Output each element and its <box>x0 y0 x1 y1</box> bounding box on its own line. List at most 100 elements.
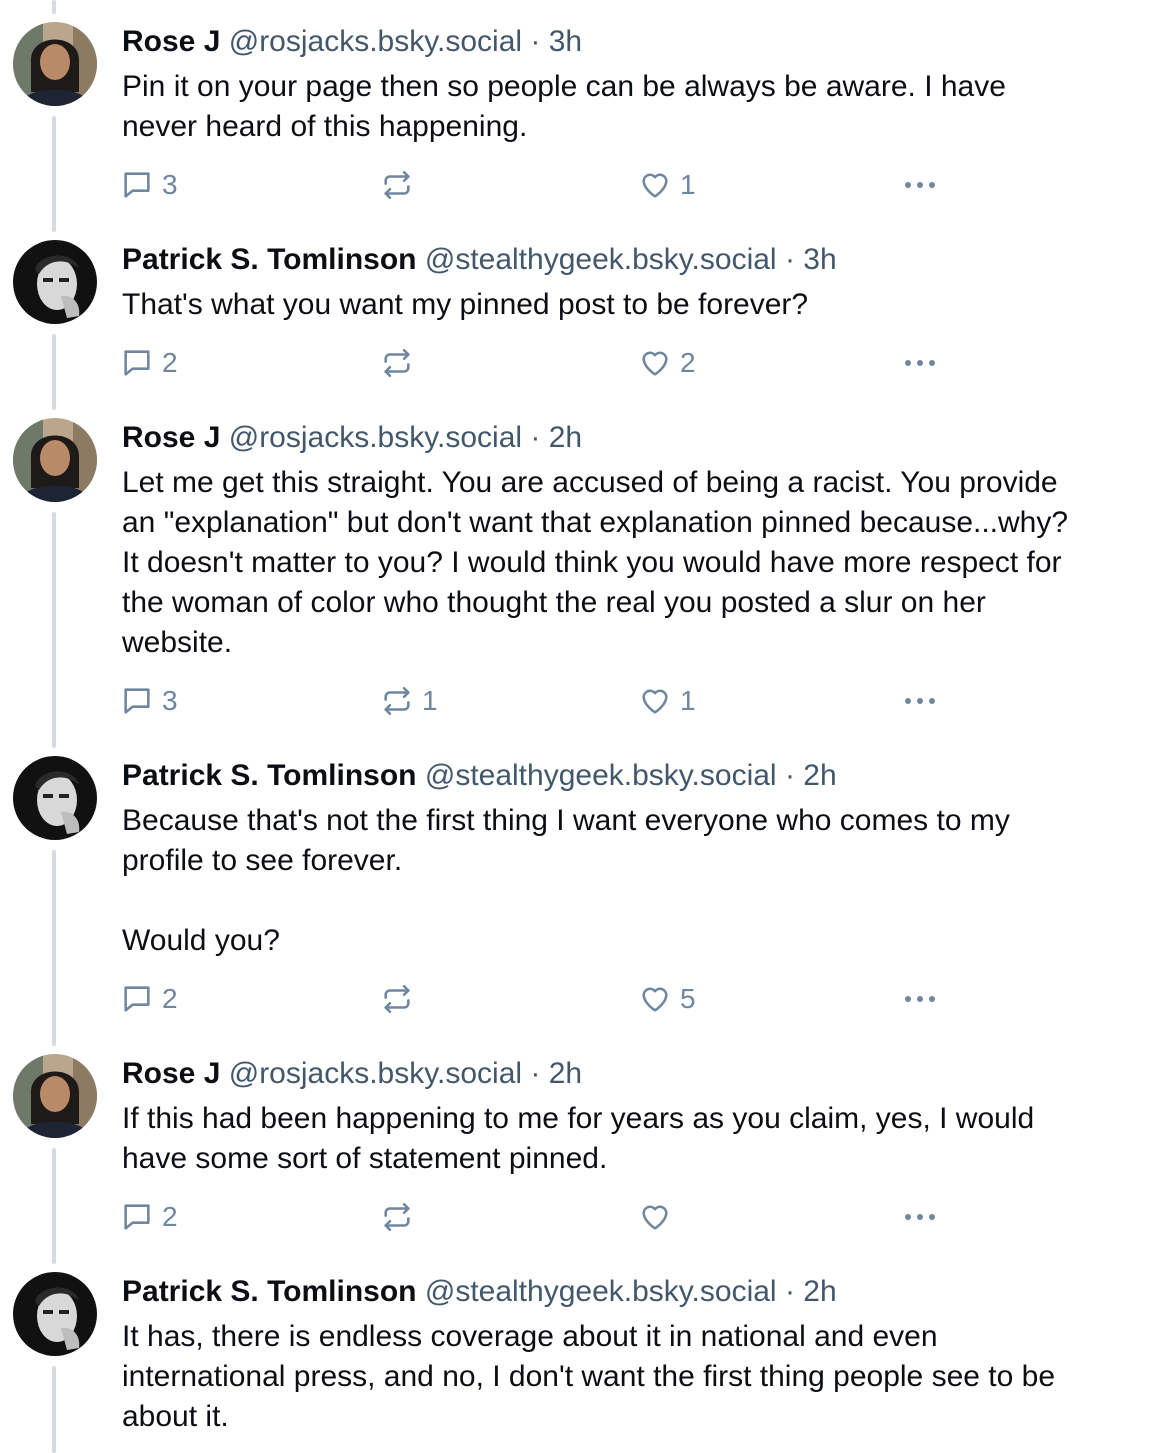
reply-icon <box>124 1204 150 1230</box>
author-handle[interactable]: @rosjacks.bsky.social <box>229 25 522 58</box>
thread-line <box>52 850 56 1046</box>
repost-button[interactable] <box>380 163 422 207</box>
more-options-button[interactable] <box>900 1195 940 1239</box>
like-button[interactable]: 1 <box>638 163 696 207</box>
avatar-rose[interactable] <box>13 418 97 502</box>
more-options-icon <box>905 182 935 188</box>
post-time[interactable]: 3h <box>549 25 582 58</box>
author-handle[interactable]: @stealthygeek.bsky.social <box>425 243 777 276</box>
post-actions: 2 5 <box>122 977 1137 1021</box>
post-time[interactable]: 3h <box>803 243 836 276</box>
post-actions: 2 2 <box>122 341 1137 385</box>
like-button[interactable]: 5 <box>638 977 696 1021</box>
reply-count: 2 <box>162 347 178 378</box>
repost-count: 1 <box>422 685 438 716</box>
repost-button[interactable]: 1 <box>380 679 438 723</box>
thread-line <box>52 116 56 232</box>
post-time[interactable]: 2h <box>549 421 582 454</box>
separator: · <box>530 25 541 58</box>
post-meta: Patrick S. Tomlinson @stealthygeek.bsky.… <box>122 240 1137 280</box>
separator: · <box>784 243 795 276</box>
repost-button[interactable] <box>380 1195 422 1239</box>
thread-line <box>52 334 56 410</box>
more-options-button[interactable] <box>900 679 940 723</box>
author-handle[interactable]: @stealthygeek.bsky.social <box>425 759 777 792</box>
thread-line <box>52 512 56 748</box>
more-options-button[interactable] <box>900 341 940 385</box>
thread-line <box>52 1148 56 1264</box>
reply-button[interactable]: 2 <box>120 1195 178 1239</box>
thread-line <box>52 1366 56 1453</box>
reply-count: 2 <box>162 983 178 1014</box>
author-handle[interactable]: @rosjacks.bsky.social <box>229 1057 522 1090</box>
reply-button[interactable]: 3 <box>120 679 178 723</box>
post-text: It has, there is endless coverage about … <box>122 1320 1056 1433</box>
post-actions: 3 1 1 <box>122 679 1137 723</box>
avatar-rose[interactable] <box>13 1054 97 1138</box>
like-button[interactable]: 1 <box>638 679 696 723</box>
author-name[interactable]: Patrick S. Tomlinson <box>122 1275 417 1308</box>
separator: · <box>530 1057 541 1090</box>
reply-count: 2 <box>162 1201 178 1232</box>
heart-icon <box>642 351 668 376</box>
author-name[interactable]: Rose J <box>122 421 220 454</box>
more-options-button[interactable] <box>900 163 940 207</box>
repost-icon <box>384 686 410 716</box>
author-name[interactable]: Patrick S. Tomlinson <box>122 243 417 276</box>
post-time[interactable]: 2h <box>803 759 836 792</box>
repost-icon <box>384 1202 410 1232</box>
post-meta: Patrick S. Tomlinson @stealthygeek.bsky.… <box>122 1272 1137 1312</box>
reply-icon <box>124 986 150 1012</box>
avatar-rose[interactable] <box>13 22 97 106</box>
author-name[interactable]: Patrick S. Tomlinson <box>122 759 417 792</box>
repost-icon <box>384 170 410 200</box>
repost-button[interactable] <box>380 341 422 385</box>
more-options-button[interactable] <box>900 977 940 1021</box>
post-time[interactable]: 2h <box>549 1057 582 1090</box>
avatar-patrick[interactable] <box>13 240 97 324</box>
post-text: Pin it on your page then so people can b… <box>122 70 1006 143</box>
reply-count: 3 <box>162 685 178 716</box>
heart-icon <box>642 173 668 198</box>
post-meta: Rose J @rosjacks.bsky.social · 3h <box>122 22 1137 62</box>
repost-icon <box>384 984 410 1014</box>
post-meta: Rose J @rosjacks.bsky.social · 2h <box>122 418 1137 458</box>
more-options-icon <box>905 360 935 366</box>
repost-button[interactable] <box>380 977 422 1021</box>
heart-icon <box>642 1205 668 1230</box>
thread: Rose J @rosjacks.bsky.social · 3h Pin it… <box>0 0 1167 1453</box>
reply-button[interactable]: 2 <box>120 977 178 1021</box>
thread-line <box>52 0 56 14</box>
post-text: If this had been happening to me for yea… <box>122 1102 1035 1175</box>
post-time[interactable]: 2h <box>803 1275 836 1308</box>
like-count: 2 <box>680 347 696 378</box>
post-text: Let me get this straight. You are accuse… <box>122 466 1069 659</box>
reply-button[interactable]: 2 <box>120 341 178 385</box>
reply-count: 3 <box>162 169 178 200</box>
more-options-icon <box>905 698 935 704</box>
post-actions: 3 1 <box>122 163 1137 207</box>
separator: · <box>784 759 795 792</box>
reply-button[interactable]: 3 <box>120 163 178 207</box>
avatar-patrick[interactable] <box>13 756 97 840</box>
author-name[interactable]: Rose J <box>122 25 220 58</box>
reply-icon <box>124 688 150 714</box>
heart-icon <box>642 689 668 714</box>
author-handle[interactable]: @rosjacks.bsky.social <box>229 421 522 454</box>
post-text: That's what you want my pinned post to b… <box>122 288 809 321</box>
reply-icon <box>124 172 150 198</box>
author-name[interactable]: Rose J <box>122 1057 220 1090</box>
author-handle[interactable]: @stealthygeek.bsky.social <box>425 1275 777 1308</box>
separator: · <box>784 1275 795 1308</box>
separator: · <box>530 421 541 454</box>
like-count: 5 <box>680 983 696 1014</box>
post-meta: Patrick S. Tomlinson @stealthygeek.bsky.… <box>122 756 1137 796</box>
post-actions: 2 <box>122 1195 1137 1239</box>
like-button[interactable] <box>638 1195 680 1239</box>
heart-icon <box>642 987 668 1012</box>
avatar-patrick[interactable] <box>13 1272 97 1356</box>
like-button[interactable]: 2 <box>638 341 696 385</box>
like-count: 1 <box>680 169 696 200</box>
like-count: 1 <box>680 685 696 716</box>
repost-icon <box>384 348 410 378</box>
